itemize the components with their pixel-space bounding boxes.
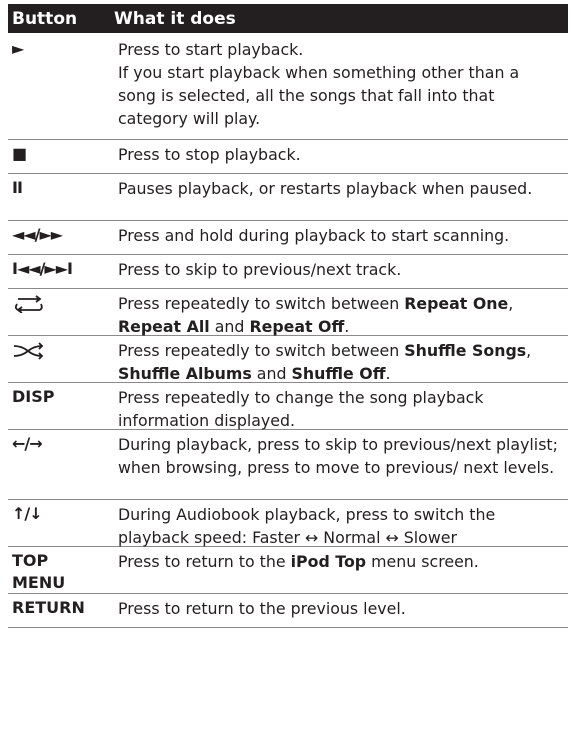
- table-row: ■ Press to stop playback.: [8, 140, 568, 174]
- description-line: Press to stop playback.: [118, 145, 301, 164]
- table-row: ↑/↓ During Audiobook playback, press to s…: [8, 500, 568, 547]
- description-text: Press repeatedly to switch between: [118, 294, 405, 313]
- description-line: If you start playback when something oth…: [118, 63, 520, 128]
- table-row: RETURN Press to return to the previous le…: [8, 594, 568, 628]
- row-description: Press to start playback. If you start pla…: [118, 35, 568, 139]
- shuffle-icon: [8, 336, 118, 382]
- row-description: Press to skip to previous/next track.: [118, 255, 568, 288]
- row-description: Press repeatedly to switch between Repea…: [118, 289, 568, 336]
- description-line: Press to start playback.: [118, 40, 304, 59]
- table-row: I◄◄/►►I Press to skip to previous/next tr…: [8, 255, 568, 289]
- description-text: ,: [508, 294, 514, 313]
- table-body: ► Press to start playback. If you start pl…: [8, 35, 568, 628]
- description-line: Press to skip to previous/next track.: [118, 260, 402, 279]
- skip-icon: I◄◄/►►I: [12, 259, 73, 278]
- repeat-icon: [8, 289, 118, 335]
- row-description: During Audiobook playback, press to swit…: [118, 500, 568, 547]
- table-row: TOP MENU Press to return to the iPod Top …: [8, 547, 568, 594]
- emphasis-text: Repeat All: [118, 317, 210, 336]
- emphasis-text: Shuffle Off: [291, 364, 386, 383]
- row-description: Pauses playback, or restarts playback wh…: [118, 174, 568, 220]
- row-description: Press to return to the iPod Top menu scr…: [118, 547, 568, 593]
- table-header: Button What it does: [8, 4, 568, 33]
- description-line: During playback, press to skip to previo…: [118, 435, 558, 477]
- row-description: Press repeatedly to change the song play…: [118, 383, 568, 430]
- row-description: Press and hold during playback to start …: [118, 221, 568, 254]
- emphasis-text: Repeat One: [404, 294, 509, 313]
- description-text: and: [209, 317, 250, 336]
- scan-icon: ◄◄/►►: [12, 225, 63, 244]
- button-label: RETURN: [12, 598, 85, 617]
- table-row: Press repeatedly to switch between Shuff…: [8, 336, 568, 383]
- description-text: .: [385, 364, 391, 383]
- table-row: ←/→ During playback, press to skip to pre…: [8, 430, 568, 500]
- button-label: DISP: [12, 387, 55, 406]
- description-text: Press to return to the: [118, 552, 291, 571]
- description-text: Press repeatedly to switch between: [118, 341, 405, 360]
- table-row: ► Press to start playback. If you start pl…: [8, 35, 568, 140]
- description-line: Press and hold during playback to start …: [118, 226, 510, 245]
- stop-icon: ■: [12, 144, 27, 163]
- play-icon: ►: [12, 39, 24, 58]
- description-text: ,: [526, 341, 532, 360]
- header-what-it-does: What it does: [114, 8, 236, 29]
- row-description: Press repeatedly to switch between Shuff…: [118, 336, 568, 383]
- row-description: During playback, press to skip to previo…: [118, 430, 568, 499]
- description-text: and: [251, 364, 292, 383]
- description-line: Pauses playback, or restarts playback wh…: [118, 179, 533, 198]
- description-text: .: [344, 317, 350, 336]
- row-description: Press to return to the previous level.: [118, 594, 568, 627]
- header-button: Button: [12, 8, 78, 29]
- description-line: Press repeatedly to change the song play…: [118, 388, 484, 430]
- table-row: ◄◄/►► Press and hold during playback to s…: [8, 221, 568, 255]
- table-row: Press repeatedly to switch between Repea…: [8, 289, 568, 336]
- description-line: Press to return to the previous level.: [118, 599, 406, 618]
- pause-icon: II: [12, 178, 23, 197]
- row-description: Press to stop playback.: [118, 140, 568, 173]
- left-right-arrow-icon: ←/→: [12, 434, 43, 453]
- table-row: DISP Press repeatedly to change the song …: [8, 383, 568, 430]
- up-down-arrow-icon: ↑/↓: [12, 504, 43, 523]
- emphasis-text: Shuffle Songs: [404, 341, 527, 360]
- button-function-table: Button What it does ► Press to start play…: [8, 4, 568, 628]
- button-label: TOP MENU: [12, 551, 66, 592]
- description-line: During Audiobook playback, press to swit…: [118, 505, 496, 547]
- description-text: menu screen.: [366, 552, 479, 571]
- emphasis-text: Shuffle Albums: [118, 364, 252, 383]
- table-row: II Pauses playback, or restarts playback …: [8, 174, 568, 221]
- emphasis-text: iPod Top: [290, 552, 367, 571]
- emphasis-text: Repeat Off: [249, 317, 345, 336]
